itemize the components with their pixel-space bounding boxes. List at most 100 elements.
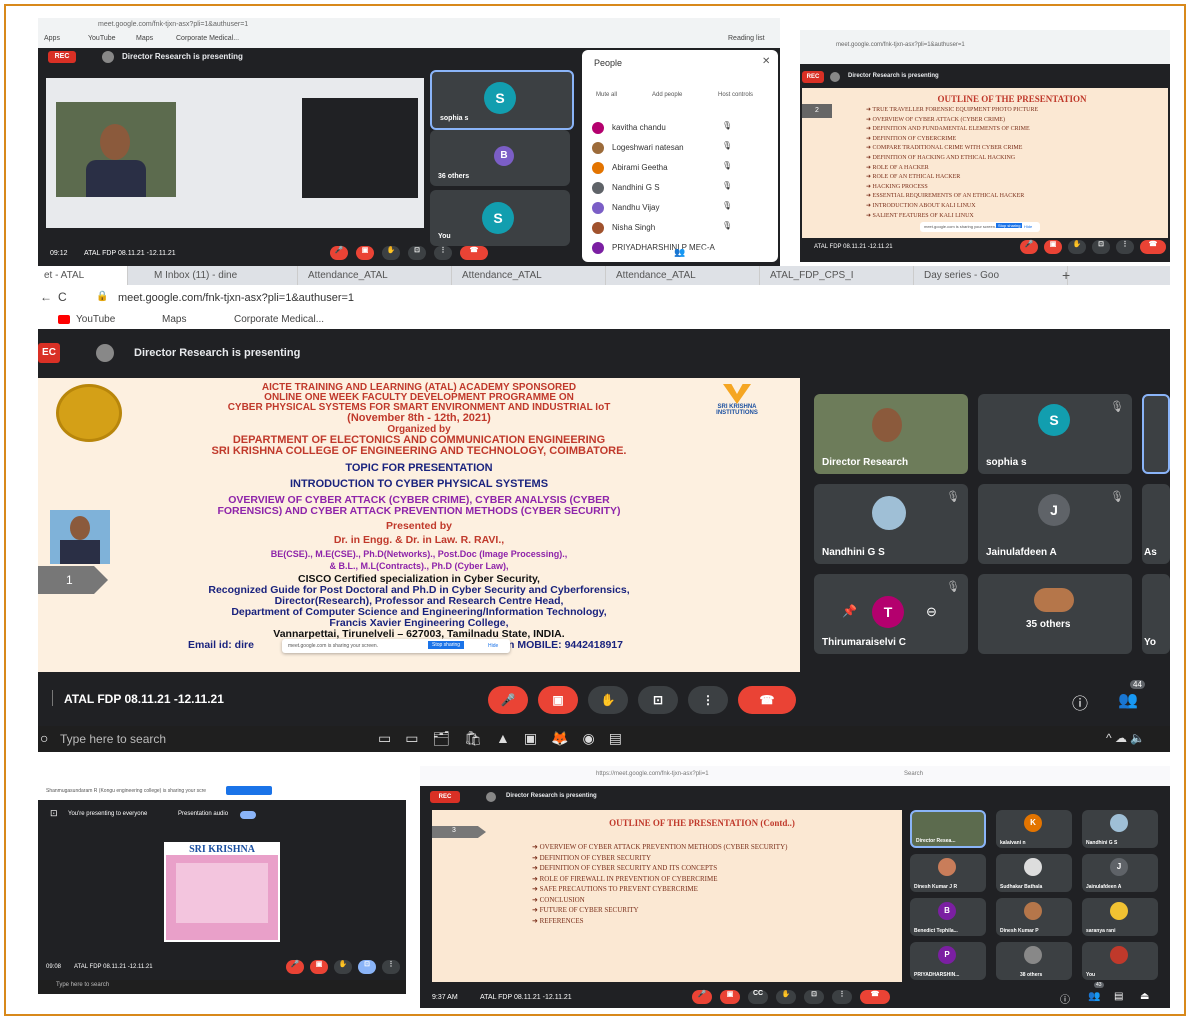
- info-icon[interactable]: ⓘ: [1060, 991, 1070, 1006]
- people-row[interactable]: kavitha chandu 🎙: [592, 120, 770, 138]
- reload-icon[interactable]: C: [58, 290, 67, 304]
- participant-tile[interactable]: saranya rani: [1082, 898, 1158, 936]
- participant-tile[interactable]: P PRIYADHARSHIN...: [910, 942, 986, 980]
- bookmark-maps[interactable]: Maps: [136, 35, 153, 42]
- browser-tab[interactable]: Day series - Goo: [918, 266, 1068, 285]
- people-row[interactable]: Nisha Singh 🎙: [592, 220, 770, 238]
- browser-tab[interactable]: Attendance_ATAL: [610, 266, 760, 285]
- bookmark-corporate[interactable]: Corporate Medical...: [234, 314, 324, 325]
- mute-all-button[interactable]: Mute all: [596, 92, 617, 98]
- browser-tab[interactable]: M Inbox (11) - dine: [148, 266, 298, 285]
- people-row[interactable]: Logeshwari natesan 🎙: [592, 140, 770, 158]
- participant-tile-partial[interactable]: As: [1142, 484, 1170, 564]
- more-options-button[interactable]: ⋮: [434, 246, 452, 260]
- raise-hand-button[interactable]: ✋: [382, 246, 400, 260]
- bookmark-youtube[interactable]: YouTube: [88, 35, 116, 42]
- reading-list[interactable]: Reading list: [728, 35, 765, 42]
- more-options-button[interactable]: ⋮: [832, 990, 852, 1004]
- people-icon[interactable]: 👥: [1118, 690, 1138, 710]
- bookmark-maps[interactable]: Maps: [162, 314, 186, 325]
- participant-tile-partial[interactable]: [1142, 394, 1170, 474]
- leave-call-button[interactable]: ☎: [460, 246, 488, 260]
- mic-button[interactable]: 🎤: [330, 246, 348, 260]
- stop-sharing-button[interactable]: Stop sharing: [996, 223, 1023, 228]
- browser-tab[interactable]: Attendance_ATAL: [456, 266, 606, 285]
- camera-button[interactable]: ▣: [356, 246, 374, 260]
- present-button[interactable]: ⊡: [804, 990, 824, 1004]
- search-box[interactable]: Search: [904, 771, 923, 777]
- participant-tile-sophia[interactable]: 🎙 S sophia s: [978, 394, 1132, 474]
- raise-hand-button[interactable]: ✋: [776, 990, 796, 1004]
- new-tab-icon[interactable]: +: [1062, 267, 1070, 283]
- more-options-button[interactable]: ⋮: [1116, 240, 1134, 254]
- participant-tile-you[interactable]: S You: [430, 190, 570, 246]
- camera-button[interactable]: ▣: [720, 990, 740, 1004]
- back-icon[interactable]: ←: [40, 290, 52, 304]
- participant-tile-you[interactable]: Yo: [1142, 574, 1170, 654]
- participant-tile[interactable]: B Benedict Tephila...: [910, 898, 986, 936]
- participant-tile[interactable]: Director Resea...: [910, 810, 986, 848]
- chat-icon[interactable]: ▤: [1114, 991, 1123, 1002]
- people-row[interactable]: Nandhini G S 🎙: [592, 180, 770, 198]
- participant-tile[interactable]: Sudhakar Bathala: [996, 854, 1072, 892]
- camera-button[interactable]: ▣: [310, 960, 328, 974]
- raise-hand-button[interactable]: ✋: [334, 960, 352, 974]
- bookmark-youtube[interactable]: YouTube: [76, 314, 115, 325]
- browser-tab[interactable]: ATAL_FDP_CPS_I: [764, 266, 914, 285]
- info-icon[interactable]: ⓘ: [1072, 690, 1088, 714]
- participant-tile-nandhini[interactable]: 🎙 Nandhini G S: [814, 484, 968, 564]
- participant-tile[interactable]: Dinesh Kumar J R: [910, 854, 986, 892]
- participant-tile-jainulafdeen[interactable]: 🎙 J Jainulafdeen A: [978, 484, 1132, 564]
- url-bar[interactable]: meet.google.com/fnk-tjxn-asx?pli=1&authu…: [118, 292, 354, 304]
- participant-tile-sophia[interactable]: S sophia s: [430, 70, 574, 130]
- mic-button[interactable]: 🎤: [1020, 240, 1038, 254]
- audio-toggle[interactable]: [240, 811, 256, 819]
- raise-hand-button[interactable]: ✋: [1068, 240, 1086, 254]
- captions-button[interactable]: CC: [748, 990, 768, 1004]
- participant-tile[interactable]: K kalaivani n: [996, 810, 1072, 848]
- taskbar-search[interactable]: Type here to search: [60, 732, 166, 746]
- leave-call-button[interactable]: ☎: [738, 686, 796, 714]
- browser-tab[interactable]: Attendance_ATAL: [302, 266, 452, 285]
- participant-tile-thirumaraiselvi[interactable]: 🎙 📌 T ⊖ Thirumaraiselvi C: [814, 574, 968, 654]
- pin-icon[interactable]: 📌: [842, 604, 857, 618]
- participant-tile-director[interactable]: Director Research: [814, 394, 968, 474]
- participant-tile[interactable]: You: [1082, 942, 1158, 980]
- url-bar[interactable]: meet.google.com/fnk-tjxn-asx?pli=1&authu…: [836, 42, 965, 48]
- participant-tile[interactable]: Nandhini G S: [1082, 810, 1158, 848]
- add-people-button[interactable]: Add people: [652, 92, 682, 98]
- chat-icon[interactable]: ▤: [698, 247, 707, 258]
- people-icon[interactable]: 👥: [1088, 991, 1100, 1002]
- mic-button[interactable]: 🎤: [692, 990, 712, 1004]
- more-options-button[interactable]: ⋮: [382, 960, 400, 974]
- remove-icon[interactable]: ⊖: [926, 604, 937, 620]
- raise-hand-button[interactable]: ✋: [588, 686, 628, 714]
- url-bar[interactable]: meet.google.com/fnk-tjxn-asx?pli=1&authu…: [98, 21, 248, 28]
- hide-button[interactable]: Hide: [1024, 224, 1032, 229]
- host-controls-button[interactable]: Host controls: [718, 92, 753, 98]
- camera-button[interactable]: ▣: [538, 686, 578, 714]
- activities-icon[interactable]: ⏏: [1140, 991, 1149, 1002]
- participant-tile[interactable]: J Jainulafdeen A: [1082, 854, 1158, 892]
- camera-button[interactable]: ▣: [1044, 240, 1062, 254]
- stop-sharing-button[interactable]: Stop sharing: [428, 641, 465, 649]
- participant-tile[interactable]: 38 others: [996, 942, 1072, 980]
- info-icon[interactable]: ⓘ: [650, 247, 659, 260]
- more-options-button[interactable]: ⋮: [688, 686, 728, 714]
- people-row[interactable]: Nandhu Vijay 🎙: [592, 200, 770, 218]
- present-button[interactable]: ⊡: [358, 960, 376, 974]
- bookmark-corporate[interactable]: Corporate Medical...: [176, 35, 239, 42]
- participant-tile[interactable]: Dinesh Kumar P: [996, 898, 1072, 936]
- url-bar[interactable]: https://meet.google.com/fnk-tjxn-asx?pli…: [596, 771, 709, 777]
- participant-tile-others[interactable]: 35 others: [978, 574, 1132, 654]
- leave-call-button[interactable]: ☎: [1140, 240, 1166, 254]
- present-button[interactable]: ⊡: [408, 246, 426, 260]
- close-icon[interactable]: ✕: [762, 56, 770, 67]
- browser-tab[interactable]: et - ATAL: [38, 266, 128, 285]
- mic-button[interactable]: 🎤: [286, 960, 304, 974]
- stop-sharing-button[interactable]: [226, 786, 272, 795]
- leave-call-button[interactable]: ☎: [860, 990, 890, 1004]
- people-icon[interactable]: 👥: [674, 247, 685, 258]
- present-button[interactable]: ⊡: [638, 686, 678, 714]
- present-button[interactable]: ⊡: [1092, 240, 1110, 254]
